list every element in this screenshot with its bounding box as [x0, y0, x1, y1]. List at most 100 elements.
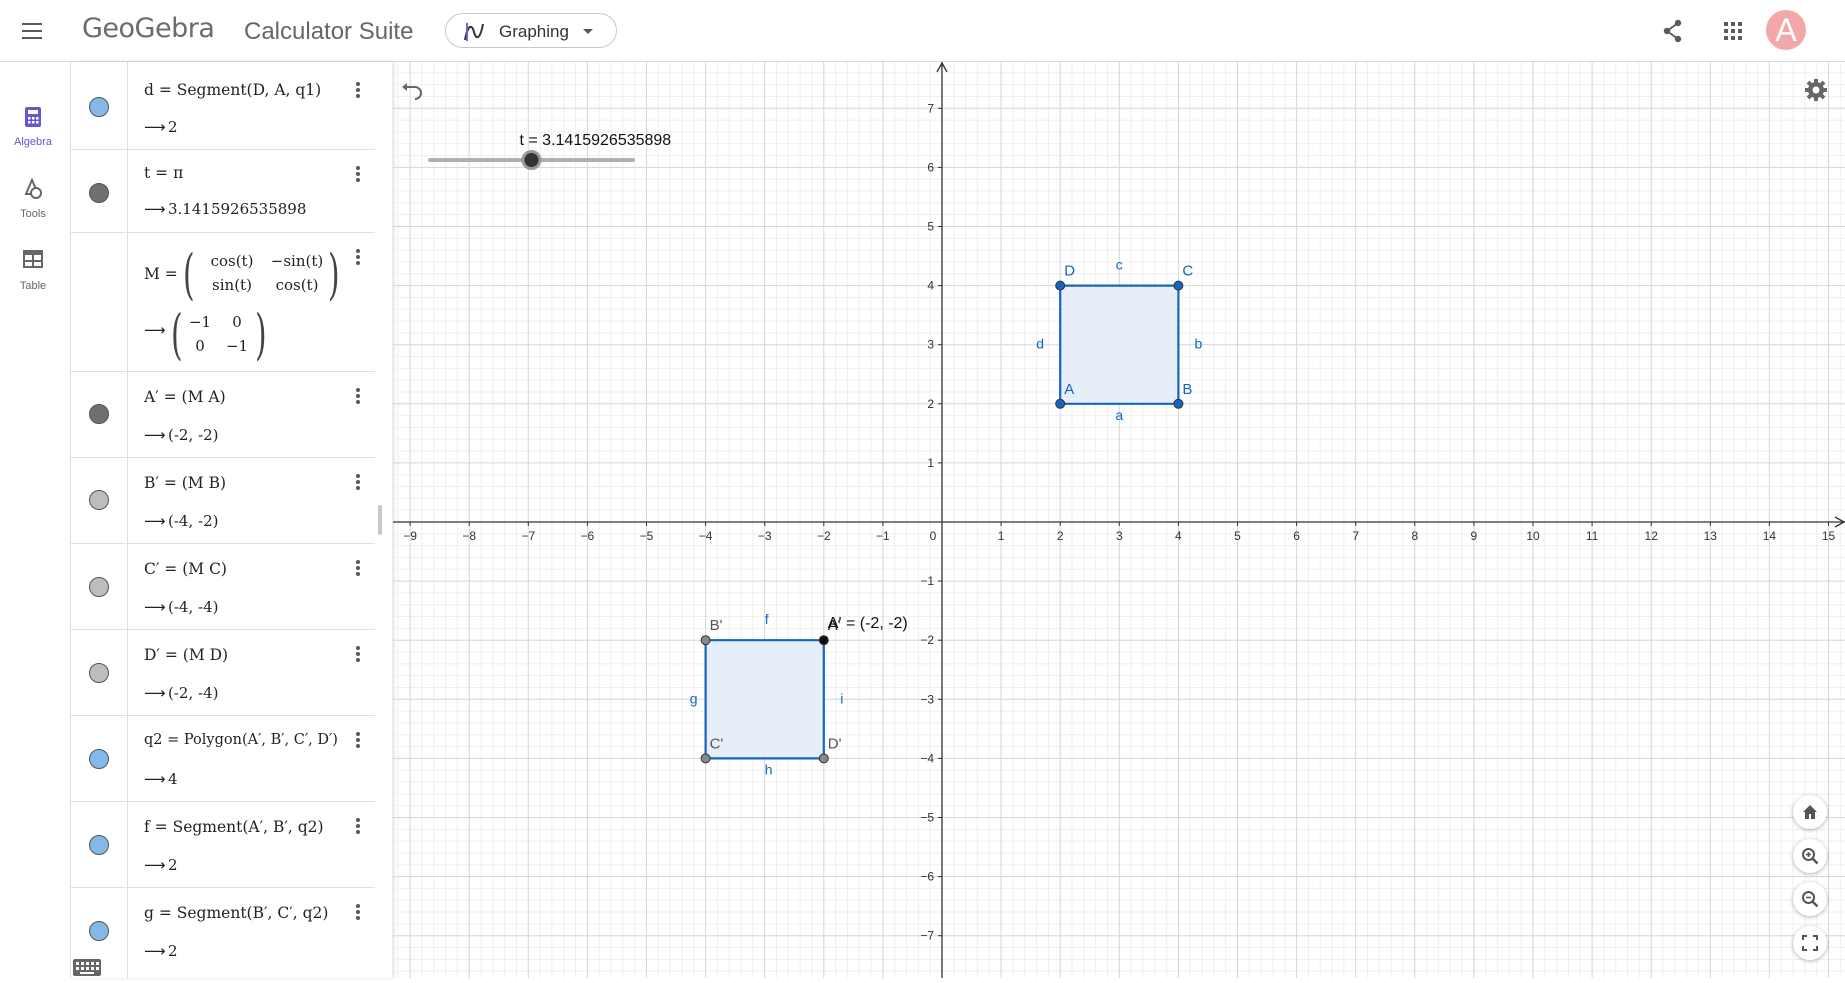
visibility-toggle[interactable] — [89, 663, 109, 683]
matrix-cell: 0 — [232, 313, 242, 331]
visibility-toggle[interactable] — [89, 490, 109, 510]
arrow-icon: ⟶ — [144, 426, 166, 444]
algebra-row[interactable]: D′ = (M D) ⟶ (-2, -4) — [71, 630, 375, 716]
y-tick-label: 1 — [927, 456, 934, 470]
slider-handle[interactable] — [521, 150, 542, 170]
visibility-toggle[interactable] — [89, 835, 109, 855]
y-tick-label: 7 — [927, 101, 934, 115]
x-tick-label: 6 — [1293, 529, 1300, 543]
more-options-icon[interactable] — [348, 164, 368, 184]
point-label: D — [1064, 263, 1075, 280]
x-tick-label: 12 — [1645, 529, 1659, 543]
x-tick-label: 15 — [1822, 529, 1836, 543]
more-options-icon[interactable] — [348, 644, 368, 664]
point[interactable] — [818, 753, 829, 764]
visibility-toggle[interactable] — [89, 404, 109, 424]
zoom-in-icon[interactable] — [1793, 839, 1827, 873]
algebra-definition[interactable]: t = π — [144, 164, 183, 182]
app-selector-dropdown[interactable]: Graphing — [445, 13, 617, 48]
algebra-definition[interactable]: A′ = (M A) — [144, 388, 226, 406]
undo-icon[interactable] — [398, 76, 428, 106]
point[interactable] — [1173, 280, 1184, 291]
algebra-definition[interactable]: D′ = (M D) — [144, 646, 228, 664]
algebra-definition[interactable]: d = Segment(D, A, q1) — [144, 81, 321, 99]
more-options-icon[interactable] — [348, 472, 368, 492]
slider-label: t = 3.1415926535898 — [520, 132, 672, 149]
visibility-toggle[interactable] — [89, 577, 109, 597]
algebra-definition[interactable]: M = — [144, 265, 178, 283]
algebra-row[interactable]: t = π ⟶ 3.1415926535898 — [71, 150, 375, 233]
settings-icon[interactable] — [1801, 75, 1831, 105]
more-options-icon[interactable] — [348, 902, 368, 922]
y-tick-label: 3 — [927, 338, 934, 352]
app-header: GeoGebra Calculator Suite Graphing A — [0, 0, 1845, 62]
visibility-toggle[interactable] — [89, 183, 109, 203]
point-label: C' — [710, 735, 724, 752]
matrix-cell: cos(t) — [275, 276, 319, 294]
sidebar-item-tools[interactable]: Tools — [0, 168, 66, 230]
visibility-toggle[interactable] — [89, 921, 109, 941]
share-icon[interactable] — [1658, 16, 1688, 46]
keyboard-icon[interactable] — [72, 957, 102, 977]
sidebar-item-label: Table — [19, 280, 47, 292]
matrix-cell: 0 — [195, 337, 205, 355]
point[interactable] — [1173, 398, 1184, 409]
avatar[interactable]: A — [1766, 10, 1806, 50]
home-icon[interactable] — [1793, 795, 1827, 829]
algebra-row[interactable]: f = Segment(A′, B′, q2) ⟶ 2 — [71, 802, 375, 888]
sidebar-item-table[interactable]: Table — [0, 240, 66, 302]
x-tick-label: 10 — [1526, 529, 1540, 543]
x-tick-label: −5 — [640, 529, 654, 543]
more-options-icon[interactable] — [348, 247, 368, 267]
panel-resize-handle[interactable] — [378, 505, 382, 535]
point[interactable] — [700, 635, 711, 646]
algebra-row[interactable]: C′ = (M C) ⟶ (-4, -4) — [71, 544, 375, 630]
calculator-icon — [25, 107, 41, 127]
point[interactable] — [1055, 280, 1066, 291]
x-tick-label: 5 — [1234, 529, 1241, 543]
point-label: D' — [828, 735, 842, 752]
visibility-toggle[interactable] — [89, 97, 109, 117]
more-options-icon[interactable] — [348, 80, 368, 100]
x-tick-label: −6 — [581, 529, 595, 543]
algebra-row[interactable]: d = Segment(D, A, q1) ⟶ 2 — [71, 62, 375, 150]
algebra-definition[interactable]: q2 = Polygon(A′, B′, C′, D′) — [144, 732, 338, 748]
polygon-q2[interactable] — [704, 639, 825, 760]
zoom-out-icon[interactable] — [1793, 882, 1827, 916]
point[interactable] — [700, 753, 711, 764]
sidebar-item-algebra[interactable]: Algebra — [0, 96, 66, 158]
algebra-row[interactable]: B′ = (M B) ⟶ (-4, -2) — [71, 458, 375, 544]
coordinate-plane[interactable]: −9 −8 −7 −6 −5 −4 −3 −2 −1 0 1 2 3 4 5 6 7 8 9 10 11 12 13 14 15… — [393, 62, 1845, 978]
y-tick-label: 6 — [927, 160, 934, 174]
chevron-down-icon — [583, 29, 593, 34]
algebra-row[interactable]: A′ = (M A) ⟶ (-2, -2) — [71, 372, 375, 458]
algebra-output: ⟶ (-4, -2) — [144, 512, 219, 530]
algebra-definition[interactable]: f = Segment(A′, B′, q2) — [144, 818, 324, 836]
point[interactable] — [1055, 398, 1066, 409]
algebra-row[interactable]: q2 = Polygon(A′, B′, C′, D′) ⟶ 4 — [71, 716, 375, 802]
algebra-row[interactable]: M = ( cos(t) −sin(t) sin(t) cos(t) ) ⟶ (… — [71, 233, 375, 372]
graphics-view[interactable]: −9 −8 −7 −6 −5 −4 −3 −2 −1 0 1 2 3 4 5 6 7 8 9 10 11 12 13 14 15… — [393, 62, 1845, 978]
more-options-icon[interactable] — [348, 558, 368, 578]
x-tick-label: 4 — [1175, 529, 1182, 543]
algebra-definition[interactable]: C′ = (M C) — [144, 560, 227, 578]
more-options-icon[interactable] — [348, 386, 368, 406]
arrow-icon: ⟶ — [144, 512, 166, 530]
algebra-row[interactable]: g = Segment(B′, C′, q2) ⟶ 2 — [71, 888, 375, 978]
more-options-icon[interactable] — [348, 730, 368, 750]
algebra-definition[interactable]: g = Segment(B′, C′, q2) — [144, 904, 328, 922]
algebra-view[interactable]: d = Segment(D, A, q1) ⟶ 2 t = π ⟶ 3.141592… — [70, 62, 392, 978]
y-tick-label: −1 — [920, 574, 934, 588]
apps-grid-icon[interactable] — [1718, 16, 1748, 46]
polygon-q1[interactable] — [1059, 284, 1180, 405]
point[interactable] — [818, 635, 829, 646]
x-tick-label: −7 — [521, 529, 535, 543]
menu-icon[interactable] — [20, 18, 46, 44]
algebra-definition[interactable]: B′ = (M B) — [144, 474, 226, 492]
arrow-icon: ⟶ — [144, 856, 166, 874]
edge-label: g — [690, 690, 698, 706]
visibility-toggle[interactable] — [89, 749, 109, 769]
more-options-icon[interactable] — [348, 816, 368, 836]
fullscreen-icon[interactable] — [1793, 926, 1827, 960]
algebra-output: ⟶ 4 — [144, 770, 178, 788]
